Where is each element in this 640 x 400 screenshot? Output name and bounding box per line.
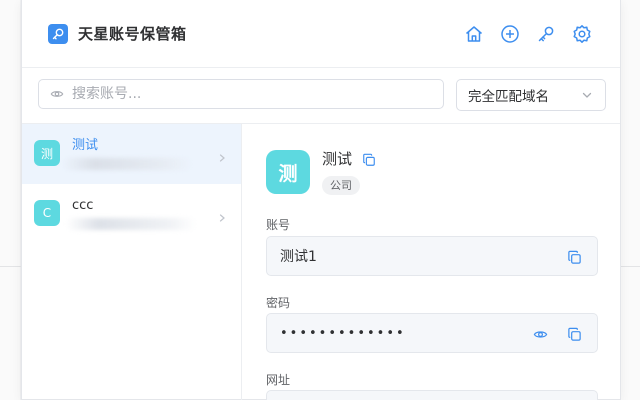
key-icon[interactable] [534, 22, 558, 46]
copy-name-icon[interactable] [362, 152, 376, 171]
account-name: 测试 [72, 138, 99, 153]
url-field[interactable] [266, 390, 598, 400]
account-subtitle-blurred [62, 158, 192, 170]
account-avatar: C [34, 200, 60, 226]
match-mode-value: 完全匹配域名 [468, 89, 549, 105]
home-icon[interactable] [462, 22, 486, 46]
background-divider-right [621, 266, 640, 267]
background-panel-right [620, 0, 640, 400]
account-list: 测 测试 C ccc [22, 124, 242, 400]
account-list-item[interactable]: C ccc [22, 184, 241, 244]
account-detail: 测 测试 公司 账号 测试1 密码 ••••••••••••• 网址 [266, 124, 598, 400]
account-field: 测试1 [266, 236, 598, 276]
gear-icon[interactable] [570, 22, 594, 46]
chevron-right-icon [217, 148, 227, 167]
plus-circle-icon[interactable] [498, 22, 522, 46]
eye-icon [50, 87, 64, 101]
app-logo-icon [48, 24, 68, 44]
search-bar [38, 79, 444, 109]
category-tag: 公司 [322, 176, 360, 195]
password-label: 密码 [266, 296, 291, 310]
vault-popup: 天星账号保管箱 搜索账号... 完全匹配域名 测 测试 C ccc 测 测试 公… [21, 0, 621, 400]
background-divider-left [0, 266, 21, 267]
account-avatar: 测 [34, 140, 60, 166]
account-value: 测试1 [280, 249, 317, 265]
detail-name: 测试 [322, 150, 353, 168]
search-input[interactable] [72, 86, 412, 102]
password-field: ••••••••••••• [266, 313, 598, 353]
show-password-eye-icon[interactable] [531, 325, 549, 343]
account-name: ccc [72, 198, 94, 213]
url-label: 网址 [266, 373, 291, 387]
copy-password-icon[interactable] [565, 325, 583, 343]
account-list-item[interactable]: 测 测试 [22, 124, 241, 184]
password-value: ••••••••••••• [280, 325, 406, 341]
account-label: 账号 [266, 218, 291, 232]
app-title: 天星账号保管箱 [78, 25, 187, 43]
match-mode-select[interactable]: 完全匹配域名 [456, 79, 606, 111]
background-panel-left [0, 0, 20, 400]
header: 天星账号保管箱 [22, 0, 620, 68]
copy-account-icon[interactable] [565, 248, 583, 266]
chevron-down-icon [581, 89, 593, 105]
chevron-right-icon [217, 208, 227, 227]
account-subtitle-blurred [66, 218, 196, 230]
detail-avatar: 测 [266, 150, 310, 194]
